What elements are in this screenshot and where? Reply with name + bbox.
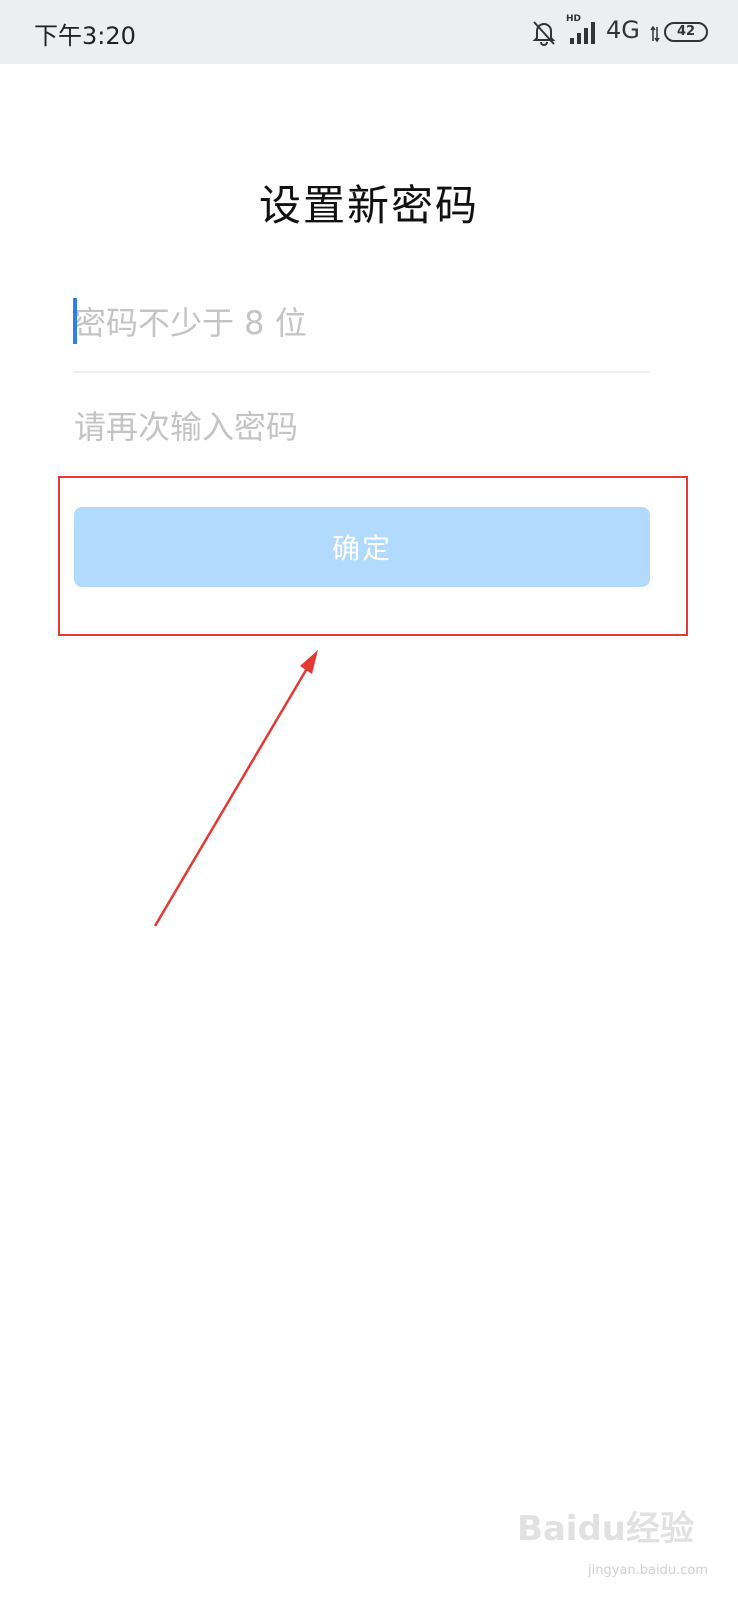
- text-cursor: [73, 298, 77, 344]
- battery-icon: 42: [664, 22, 708, 42]
- field-divider: [74, 371, 650, 373]
- network-type: 4G: [606, 16, 640, 44]
- status-time: 下午3:20: [34, 22, 136, 50]
- annotation-highlight-box: [58, 476, 688, 636]
- new-password-field[interactable]: [73, 288, 650, 358]
- page-title: 设置新密码: [258, 181, 479, 230]
- new-password-input[interactable]: [74, 288, 650, 358]
- annotation-arrow: [153, 650, 318, 927]
- data-arrows-icon: [650, 26, 660, 42]
- mute-bell-icon: [532, 21, 556, 46]
- signal-bars-icon: [570, 22, 595, 44]
- status-bar: 下午3:20 HD 4G 42: [0, 0, 738, 64]
- confirm-password-input[interactable]: [74, 392, 650, 462]
- watermark-logo: Baidu经验: [516, 1509, 694, 1549]
- confirm-password-field[interactable]: [74, 392, 650, 462]
- watermark-url: jingyan.baidu.com: [588, 1563, 708, 1578]
